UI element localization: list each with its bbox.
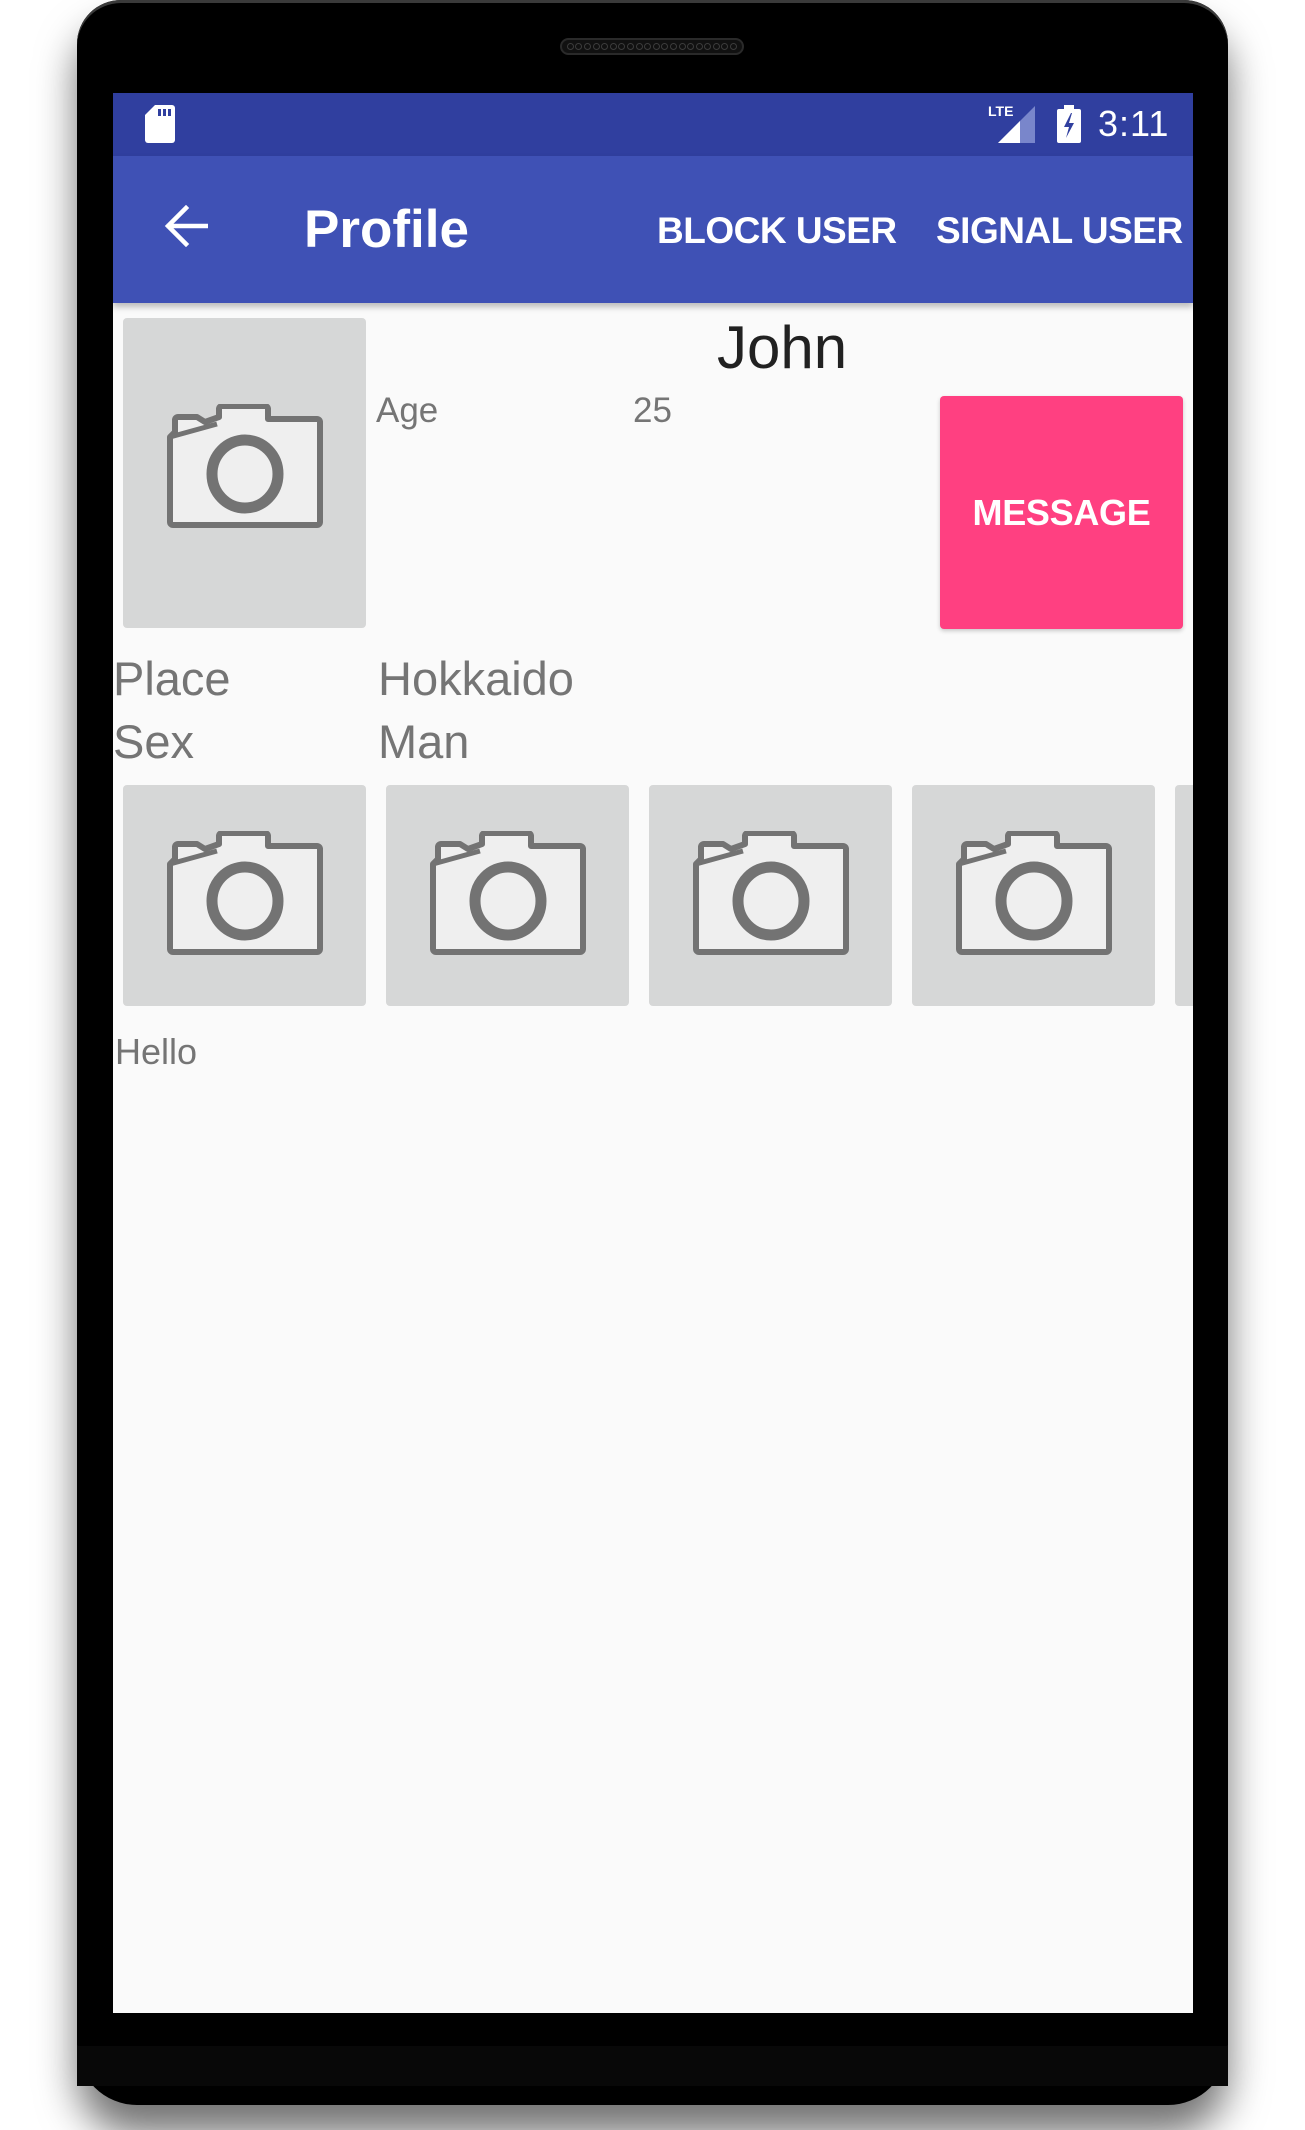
gallery-photo[interactable] [1175, 785, 1193, 1006]
sd-card-icon [145, 105, 175, 148]
status-time: 3:11 [1098, 103, 1170, 144]
camera-icon [955, 830, 1112, 960]
place-label: Place [113, 652, 231, 705]
arrow-back-icon [164, 204, 209, 252]
camera-icon [166, 830, 323, 960]
camera-icon [429, 830, 586, 960]
app-toolbar: Profile BLOCK USER SIGNAL USER [113, 156, 1193, 303]
network-type-label: LTE [988, 103, 1013, 119]
sex-label: Sex [113, 715, 194, 768]
block-user-button[interactable]: BLOCK USER [657, 211, 897, 251]
camera-icon [166, 402, 323, 533]
gallery-photo[interactable] [386, 785, 629, 1006]
place-value: Hokkaido [378, 652, 574, 705]
back-button[interactable] [151, 193, 221, 263]
earpiece-speaker [560, 38, 744, 55]
signal-user-button[interactable]: SIGNAL USER [936, 211, 1183, 251]
sex-value: Man [378, 715, 470, 768]
gallery-photo[interactable] [649, 785, 892, 1006]
screen: LTE 3:11 Profile BLOCK USER SIGNAL USER [113, 93, 1193, 2013]
age-label: Age [376, 391, 439, 430]
camera-icon [692, 830, 849, 960]
user-name: John [717, 314, 848, 381]
battery-charging-icon [1057, 105, 1081, 148]
signal-icon: LTE [988, 103, 1038, 150]
bio-text: Hello [115, 1031, 198, 1072]
page-title: Profile [304, 200, 469, 259]
status-bar: LTE 3:11 [113, 93, 1193, 156]
profile-photo[interactable] [123, 318, 366, 628]
gallery-photo[interactable] [123, 785, 366, 1006]
photo-gallery[interactable] [123, 785, 1193, 1006]
age-value: 25 [633, 391, 672, 430]
profile-content: John Age 25 MESSAGE Place Hokkaido Sex M… [113, 303, 1193, 2013]
gallery-photo[interactable] [912, 785, 1155, 1006]
phone-chin [77, 2046, 1228, 2086]
message-button[interactable]: MESSAGE [940, 396, 1183, 629]
